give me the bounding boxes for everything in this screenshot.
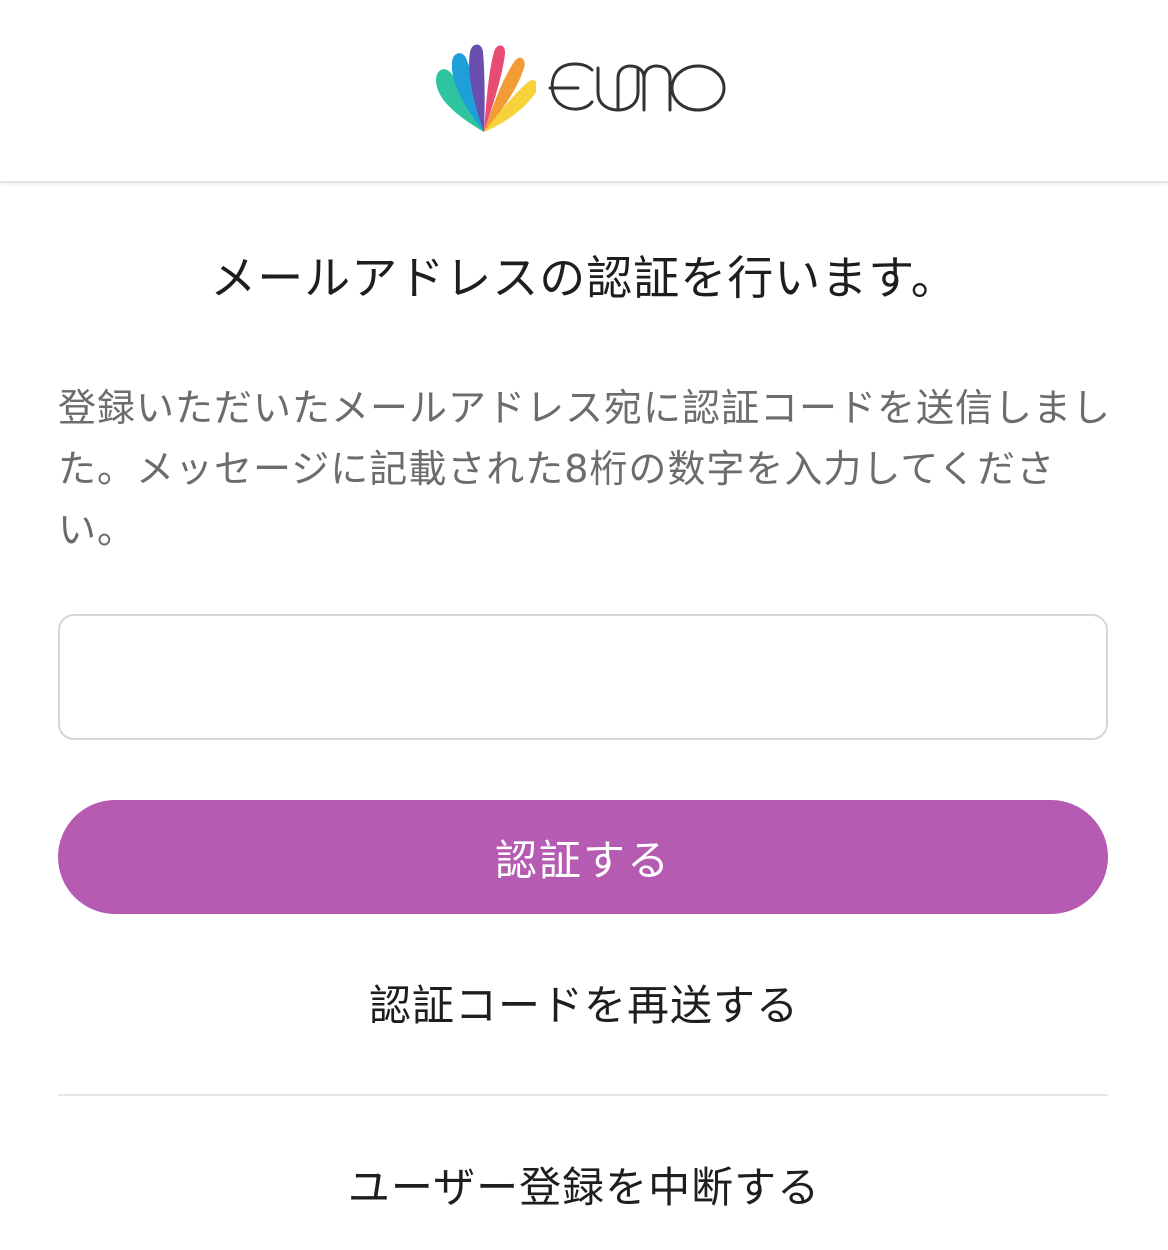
instruction-text: 登録いただいたメールアドレス宛に認証コードを送信しました。メッセージに記載された… — [58, 386, 1112, 552]
verification-code-input[interactable] — [58, 614, 1108, 740]
verify-button[interactable]: 認証する — [58, 800, 1108, 914]
eumo-wordmark — [548, 62, 726, 112]
divider — [58, 1094, 1108, 1096]
resend-code-link[interactable]: 認証コードを再送する — [0, 978, 1168, 1034]
app-header — [0, 0, 1168, 183]
page-title: メールアドレスの認証を行います。 — [210, 251, 958, 305]
rainbow-shell-icon — [436, 44, 536, 132]
cancel-registration-link[interactable]: ユーザー登録を中断する — [0, 1160, 1168, 1216]
